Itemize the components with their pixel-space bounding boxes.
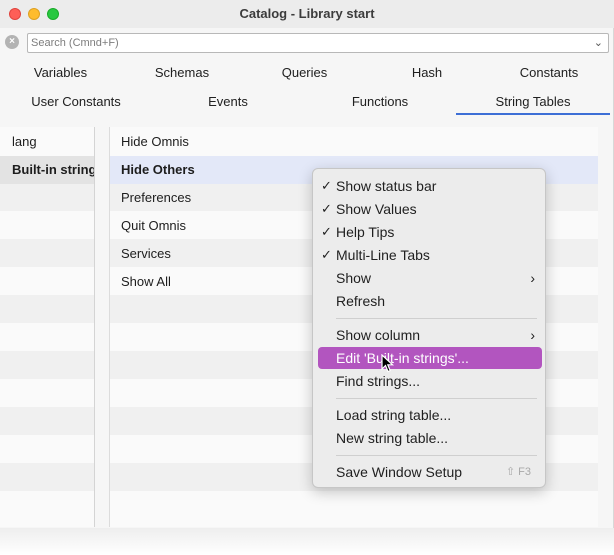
tab-row-2: User Constants Events Functions String T…: [0, 89, 614, 115]
menu-item-new-string-table[interactable]: New string table...: [318, 427, 542, 449]
menu-separator: [336, 318, 537, 319]
menu-item-show[interactable]: Show ›: [318, 267, 542, 289]
menu-item-show-status-bar[interactable]: ✓ Show status bar: [318, 175, 542, 197]
window-bottom-edge: [0, 528, 614, 555]
tab-queries[interactable]: Queries: [243, 60, 366, 86]
checkmark-icon: ✓: [321, 201, 332, 216]
checkmark-icon: ✓: [321, 247, 332, 262]
search-input[interactable]: [31, 35, 586, 51]
menu-item-help-tips[interactable]: ✓ Help Tips: [318, 221, 542, 243]
shortcut-label: ⇧ F3: [505, 466, 531, 478]
chevron-right-icon: ›: [530, 270, 535, 286]
tab-constants[interactable]: Constants: [488, 60, 610, 86]
checkmark-icon: ✓: [321, 224, 332, 239]
checkmark-icon: ✓: [321, 178, 332, 193]
menu-separator: [336, 455, 537, 456]
list-item[interactable]: Hide Omnis: [110, 128, 598, 156]
tab-string-tables[interactable]: String Tables: [456, 89, 610, 115]
list-item-lang[interactable]: lang: [0, 128, 94, 156]
chevron-down-icon[interactable]: ⌄: [594, 36, 603, 49]
window-title: Catalog - Library start: [239, 6, 375, 21]
tab-user-constants[interactable]: User Constants: [0, 89, 152, 115]
tab-schemas[interactable]: Schemas: [121, 60, 243, 86]
context-menu: ✓ Show status bar ✓ Show Values ✓ Help T…: [312, 168, 546, 488]
menu-item-show-values[interactable]: ✓ Show Values: [318, 198, 542, 220]
menu-item-edit-built-in-strings[interactable]: Edit 'Built-in strings'...: [318, 347, 542, 369]
menu-item-show-column[interactable]: Show column ›: [318, 324, 542, 346]
menu-item-save-window-setup[interactable]: Save Window Setup ⇧ F3: [318, 461, 542, 483]
tab-functions[interactable]: Functions: [304, 89, 456, 115]
menu-separator: [336, 398, 537, 399]
menu-item-multi-line-tabs[interactable]: ✓ Multi-Line Tabs: [318, 244, 542, 266]
menu-item-load-string-table[interactable]: Load string table...: [318, 404, 542, 426]
title-bar[interactable]: Catalog - Library start: [0, 0, 614, 28]
menu-item-find-strings[interactable]: Find strings...: [318, 370, 542, 392]
menu-item-refresh[interactable]: Refresh: [318, 290, 542, 312]
clear-search-icon[interactable]: ×: [5, 35, 19, 49]
string-table-list: lang Built-in strings: [0, 127, 95, 527]
tab-variables[interactable]: Variables: [0, 60, 121, 86]
tab-row-1: Variables Schemas Queries Hash Constants: [0, 60, 614, 86]
search-field[interactable]: ⌄: [27, 33, 609, 53]
chevron-right-icon: ›: [530, 327, 535, 343]
tab-events[interactable]: Events: [152, 89, 304, 115]
list-item-built-in-strings[interactable]: Built-in strings: [0, 156, 94, 184]
mouse-pointer-icon: [381, 354, 395, 373]
tab-hash[interactable]: Hash: [366, 60, 488, 86]
